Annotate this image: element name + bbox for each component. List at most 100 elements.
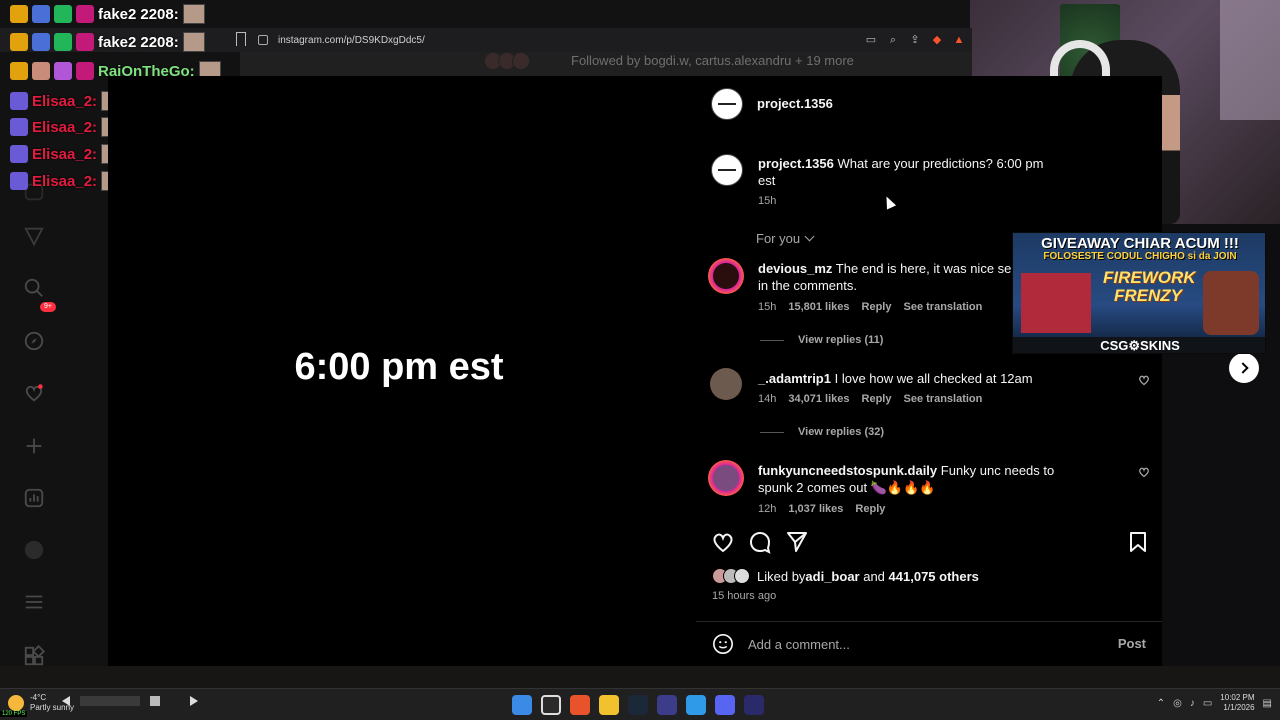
winamp-icon[interactable] [744,695,764,715]
comment-time: 12h [758,503,777,515]
comment-text: _.adamtrip1 I love how we all checked at… [758,370,1088,387]
save-icon[interactable] [1126,530,1152,556]
also-from-meta-icon[interactable] [22,644,46,668]
like-comment-icon[interactable] [1138,374,1150,386]
chevron-right-icon [1236,362,1249,374]
start-menu-icon[interactable] [512,695,532,715]
previous-icon[interactable] [62,696,70,706]
next-post-button[interactable] [1229,353,1259,383]
clock[interactable]: 10:02 PM 1/1/2026 [1220,693,1254,713]
view-replies-button[interactable]: View replies (32) [760,426,884,438]
comment-text: funkyuncneedstospunk.daily Funky unc nee… [758,462,1088,496]
view-replies-label[interactable]: View replies (32) [798,426,884,438]
liked-by-and: and [859,568,889,584]
see-translation-button[interactable]: See translation [904,393,983,405]
post-comment-button[interactable]: Post [1118,636,1146,651]
comment-username[interactable]: _.adamtrip1 [758,371,831,386]
post-media[interactable]: 6:00 pm est [108,76,696,666]
app-icon[interactable] [657,695,677,715]
ad-subtitle: FOLOSESTE CODUL CHIGHO si da JOIN [1043,251,1237,262]
zoom-icon[interactable]: ⌕ [886,33,900,47]
view-replies-label[interactable]: View replies (11) [798,334,883,346]
create-icon[interactable] [22,434,46,458]
like-comment-icon[interactable] [1138,466,1150,478]
chat-badge-icon [10,118,28,136]
reply-button[interactable]: Reply [855,503,885,515]
reply-button[interactable]: Reply [862,301,892,313]
ad-character [1203,271,1259,335]
comment-likes[interactable]: 15,801 likes [788,301,849,313]
notifications-center-icon[interactable]: ▤ [1263,698,1272,709]
search-icon[interactable] [22,276,46,300]
bookmark-page-icon[interactable] [236,32,246,46]
commenter-avatar[interactable] [708,258,744,294]
task-view-icon[interactable] [541,695,561,715]
direct-icon[interactable] [22,224,46,248]
caption-time: 15h [758,195,777,207]
caption-avatar[interactable] [711,154,743,186]
battery-icon[interactable]: ▭ [1203,698,1212,709]
tray-overflow-icon[interactable]: ⌃ [1157,698,1165,709]
brave-shields-icon[interactable]: ◆ [930,33,944,47]
site-info-icon[interactable] [258,35,268,45]
brave-rewards-icon[interactable]: ▲ [952,33,966,47]
media-controls [62,696,198,706]
share-icon[interactable] [785,530,811,556]
ad-building [1021,273,1091,333]
notifications-icon[interactable] [22,381,46,405]
liked-by: Liked by adi_boar and 441,075 others [712,568,979,584]
author-username[interactable]: project.1356 [757,96,833,111]
volume-icon[interactable]: ♪ [1190,698,1195,709]
comment-meta: 12h 1,037 likes Reply [758,503,885,515]
liker-avatar[interactable] [734,568,750,584]
chat-username-suffix: 2208: [140,33,179,51]
clock-date: 1/1/2026 [1223,703,1255,712]
media-progress[interactable] [80,696,140,706]
chat-badge-icon [10,92,28,110]
liked-by-user[interactable]: adi_boar [805,569,859,584]
see-translation-button[interactable]: See translation [904,301,983,313]
post-header: project.1356 [696,76,1162,134]
comment-likes[interactable]: 1,037 likes [788,503,843,515]
dashboard-icon[interactable] [22,486,46,510]
liked-by-prefix: Liked by [757,568,806,584]
profile-icon[interactable] [22,538,46,562]
stop-icon[interactable] [150,696,160,706]
comment-likes[interactable]: 34,071 likes [788,393,849,405]
play-icon[interactable] [190,696,198,706]
commenter-avatar[interactable] [710,368,742,400]
instagram-sidebar: 9+ [0,76,68,688]
commenter-avatar[interactable] [708,460,744,496]
more-icon[interactable] [22,590,46,614]
network-icon[interactable]: ◎ [1173,698,1182,709]
author-avatar[interactable] [711,88,743,120]
chat-username: Elisaa_2: [32,172,98,190]
notepad-icon[interactable] [686,695,706,715]
chat-username: fake2 [98,33,137,51]
discord-icon[interactable] [715,695,735,715]
reply-button[interactable]: Reply [862,393,892,405]
comment-username[interactable]: funkyuncneedstospunk.daily [758,463,937,478]
file-explorer-icon[interactable] [599,695,619,715]
comment-icon[interactable] [748,530,774,556]
liked-by-count[interactable]: 441,075 others [889,569,979,584]
chat-message: Elisaa_2: [10,115,124,139]
view-replies-button[interactable]: View replies (11) [760,334,883,346]
address-bar[interactable]: instagram.com/p/DS9KDxgDdc5/ [258,30,958,50]
chat-badge-icon [10,172,28,190]
comment-sort-dropdown[interactable]: For you [756,231,815,246]
like-icon[interactable] [711,530,737,556]
chat-badge-icon [32,33,50,51]
steam-icon[interactable] [628,695,648,715]
emoji-icon[interactable] [712,633,734,655]
url-text[interactable]: instagram.com/p/DS9KDxgDdc5/ [278,35,425,46]
reader-mode-icon[interactable]: ▭ [864,33,878,47]
explore-icon[interactable] [22,329,46,353]
comment-time: 15h [758,301,777,313]
caption-username[interactable]: project.1356 [758,156,834,171]
comment-username[interactable]: devious_mz [758,261,832,276]
brave-browser-icon[interactable] [570,695,590,715]
comment-input[interactable] [748,630,1078,658]
share-icon[interactable]: ⇪ [908,33,922,47]
chat-username: Elisaa_2: [32,92,98,110]
